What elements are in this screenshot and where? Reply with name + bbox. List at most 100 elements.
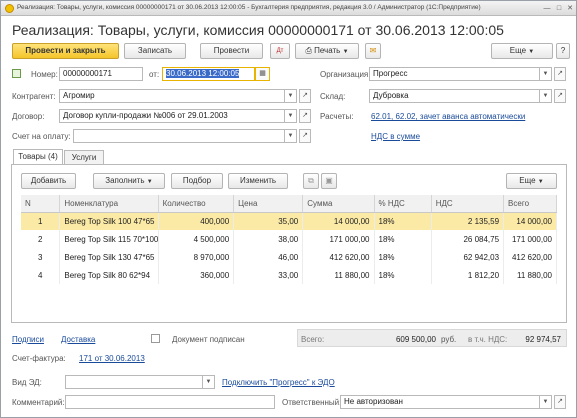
- row-vat[interactable]: 2 135,59: [431, 212, 505, 230]
- row-vat[interactable]: 62 942,03: [431, 248, 505, 266]
- signatures-link[interactable]: Подписи: [12, 335, 44, 344]
- vat-mode-link[interactable]: НДС в сумме: [371, 132, 420, 141]
- date-field[interactable]: 30.06.2013 12:00:05: [162, 67, 255, 81]
- document-signed-checkbox[interactable]: [151, 334, 160, 343]
- row-vat[interactable]: 26 084,75: [431, 230, 505, 248]
- contract-open-icon[interactable]: ↗: [299, 109, 311, 123]
- debit-credit-icon[interactable]: Дт: [270, 43, 290, 59]
- close-icon[interactable]: ✕: [564, 3, 576, 14]
- row-total[interactable]: 412 620,00: [503, 248, 557, 266]
- number-field[interactable]: 00000000171: [59, 67, 143, 81]
- row-price[interactable]: 33,00: [233, 266, 304, 284]
- table-more-label: Еще: [519, 176, 536, 185]
- row-vat[interactable]: 1 812,20: [431, 266, 505, 284]
- table-row[interactable]: 3 Bereg Top Silk 130 47*65 8 970,000 46,…: [21, 248, 557, 266]
- row-sum[interactable]: 412 620,00: [302, 248, 375, 266]
- change-button[interactable]: Изменить: [228, 173, 288, 189]
- invoice-dropdown-icon[interactable]: ▼: [285, 129, 297, 143]
- counterparty-open-icon[interactable]: ↗: [299, 89, 311, 103]
- column-header[interactable]: Сумма: [302, 195, 375, 213]
- post-button[interactable]: Провести: [200, 43, 263, 59]
- counterparty-label: Контрагент:: [12, 92, 56, 101]
- organization-open-icon[interactable]: ↗: [554, 67, 566, 81]
- row-vat-rate[interactable]: 18%: [374, 230, 432, 248]
- row-price[interactable]: 38,00: [233, 230, 304, 248]
- row-item[interactable]: Bereg Top Silk 80 62*94: [59, 266, 159, 284]
- vat-included-label: в т.ч. НДС:: [468, 335, 508, 344]
- row-sum[interactable]: 14 000,00: [302, 212, 375, 230]
- row-number: 4: [21, 266, 61, 284]
- contract-dropdown-icon[interactable]: ▼: [285, 109, 297, 123]
- organization-dropdown-icon[interactable]: ▼: [540, 67, 552, 81]
- copy-rows-icon[interactable]: ⧉: [303, 173, 319, 189]
- row-price[interactable]: 46,00: [233, 248, 304, 266]
- selection-button[interactable]: Подбор: [171, 173, 223, 189]
- date-value: 30.06.2013 12:00:05: [166, 69, 240, 78]
- paste-rows-icon[interactable]: ▣: [321, 173, 337, 189]
- row-sum[interactable]: 11 880,00: [302, 266, 375, 284]
- counterparty-field[interactable]: Агромир: [59, 89, 285, 103]
- column-header[interactable]: Номенклатура: [59, 195, 159, 213]
- row-qty[interactable]: 360,000: [158, 266, 235, 284]
- date-label: от:: [149, 70, 160, 79]
- vat-total-value: 92 974,57: [525, 335, 561, 344]
- help-button[interactable]: ?: [556, 43, 570, 59]
- row-vat-rate[interactable]: 18%: [374, 266, 432, 284]
- contract-field[interactable]: Договор купли-продажи №006 от 29.01.2003: [59, 109, 285, 123]
- email-icon[interactable]: ✉: [365, 43, 381, 59]
- save-button[interactable]: Записать: [124, 43, 186, 59]
- responsible-field[interactable]: Не авторизован: [340, 395, 540, 409]
- invoice-label: Счет-фактура:: [12, 354, 66, 363]
- row-total[interactable]: 14 000,00: [503, 212, 557, 230]
- invoice-open-icon[interactable]: ↗: [299, 129, 311, 143]
- responsible-open-icon[interactable]: ↗: [554, 395, 566, 409]
- invoice-link[interactable]: 171 от 30.06.2013: [79, 354, 145, 363]
- row-item[interactable]: Bereg Top Silk 130 47*65: [59, 248, 159, 266]
- ed-type-field[interactable]: [65, 375, 203, 389]
- tab-services[interactable]: Услуги: [64, 150, 104, 165]
- warehouse-open-icon[interactable]: ↗: [554, 89, 566, 103]
- more-button[interactable]: Еще ▼: [491, 43, 553, 59]
- delivery-link[interactable]: Доставка: [61, 335, 95, 344]
- connect-edo-link[interactable]: Подключить "Прогресс" к ЭДО: [222, 378, 335, 387]
- row-vat-rate[interactable]: 18%: [374, 212, 432, 230]
- add-row-button[interactable]: Добавить: [21, 173, 76, 189]
- column-header[interactable]: Количество: [158, 195, 235, 213]
- table-more-button[interactable]: Еще ▼: [506, 173, 557, 189]
- table-row[interactable]: 2 Bereg Top Silk 115 70*100 4 500,000 38…: [21, 230, 557, 248]
- document-window: Реализация: Товары, услуги, комиссия 000…: [0, 0, 577, 418]
- column-header[interactable]: Всего: [503, 195, 557, 213]
- post-and-close-button[interactable]: Провести и закрыть: [12, 43, 119, 59]
- table-row[interactable]: 4 Bereg Top Silk 80 62*94 360,000 33,00 …: [21, 266, 557, 284]
- row-price[interactable]: 35,00: [233, 212, 304, 230]
- calendar-icon[interactable]: ▦: [255, 67, 270, 81]
- settlements-link[interactable]: 62.01, 62.02, зачет аванса автоматически: [371, 112, 525, 121]
- minimize-icon[interactable]: —: [541, 3, 553, 14]
- comment-field[interactable]: [65, 395, 275, 409]
- column-header[interactable]: N: [21, 195, 61, 213]
- row-sum[interactable]: 171 000,00: [302, 230, 375, 248]
- column-header[interactable]: Цена: [233, 195, 304, 213]
- column-header[interactable]: НДС: [431, 195, 505, 213]
- row-qty[interactable]: 400,000: [158, 212, 235, 230]
- row-total[interactable]: 11 880,00: [503, 266, 557, 284]
- tab-goods[interactable]: Товары (4): [13, 149, 63, 165]
- fill-button[interactable]: Заполнить ▼: [93, 173, 165, 189]
- warehouse-field[interactable]: Дубровка: [369, 89, 540, 103]
- column-header[interactable]: % НДС: [374, 195, 432, 213]
- counterparty-dropdown-icon[interactable]: ▼: [285, 89, 297, 103]
- ed-type-dropdown-icon[interactable]: ▼: [203, 375, 215, 389]
- row-item[interactable]: Bereg Top Silk 100 47*65: [59, 212, 159, 230]
- invoice-for-payment-field[interactable]: [73, 129, 285, 143]
- responsible-dropdown-icon[interactable]: ▼: [540, 395, 552, 409]
- row-vat-rate[interactable]: 18%: [374, 248, 432, 266]
- print-button[interactable]: ⎙ Печать ▼: [295, 43, 359, 59]
- warehouse-dropdown-icon[interactable]: ▼: [540, 89, 552, 103]
- window-titlebar: Реализация: Товары, услуги, комиссия 000…: [1, 1, 576, 16]
- table-row[interactable]: 1 Bereg Top Silk 100 47*65 400,000 35,00…: [21, 212, 557, 230]
- row-qty[interactable]: 4 500,000: [158, 230, 235, 248]
- organization-field[interactable]: Прогресс: [369, 67, 540, 81]
- row-total[interactable]: 171 000,00: [503, 230, 557, 248]
- row-item[interactable]: Bereg Top Silk 115 70*100: [59, 230, 159, 248]
- row-qty[interactable]: 8 970,000: [158, 248, 235, 266]
